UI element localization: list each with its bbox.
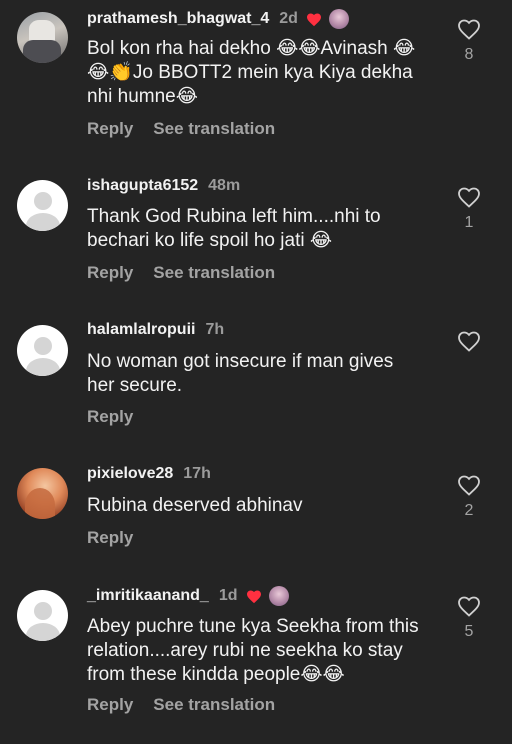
heart-outline-icon xyxy=(458,331,480,352)
heart-outline-icon xyxy=(458,475,480,496)
comment-header: prathamesh_bhagwat_4 2d xyxy=(87,9,349,29)
username[interactable]: ishagupta6152 xyxy=(87,177,198,195)
creator-avatar xyxy=(268,586,289,606)
comment-header: _imritikaanand_ 1d xyxy=(87,586,289,606)
timestamp: 2d xyxy=(279,10,298,27)
like-count: 2 xyxy=(464,502,474,519)
timestamp: 48m xyxy=(208,177,241,194)
username[interactable]: pixielove28 xyxy=(87,465,173,483)
comment-text-line: her secure. xyxy=(87,375,183,396)
comment-actions: Reply See translation xyxy=(87,695,295,715)
comment-text-line: bechari ko life spoil ho jati 😂 xyxy=(87,230,333,251)
creator-liked-heart-icon xyxy=(306,13,321,26)
heart-outline-icon xyxy=(458,187,480,208)
comment-text: Rubina deserved abhinav xyxy=(87,494,442,518)
like-button[interactable]: 1 xyxy=(456,186,482,232)
comment-actions: Reply xyxy=(87,407,153,427)
comment-actions: Reply xyxy=(87,528,153,548)
creator-liked-heart-icon xyxy=(246,590,261,603)
username[interactable]: _imritikaanand_ xyxy=(87,587,209,605)
comment-text-line: 😂👏Jo BBOTT2 mein kya Kiya dekha xyxy=(87,62,413,83)
comment-text: No woman got insecure if man gives her s… xyxy=(87,350,442,398)
comment-header: pixielove28 17h xyxy=(87,465,211,483)
comment-text-line: from these kindda people😂😂 xyxy=(87,664,345,685)
see-translation-button[interactable]: See translation xyxy=(153,263,275,282)
reply-button[interactable]: Reply xyxy=(87,695,133,714)
reply-button[interactable]: Reply xyxy=(87,407,133,426)
comment-text-line: Rubina deserved abhinav xyxy=(87,495,303,516)
like-button[interactable]: 5 xyxy=(456,595,482,641)
reply-button[interactable]: Reply xyxy=(87,528,133,547)
creator-avatar xyxy=(328,9,349,29)
like-button[interactable]: 2 xyxy=(456,474,482,520)
like-count: 8 xyxy=(464,46,474,63)
comment-text: Bol kon rha hai dekho 😂😂Avinash 😂 😂👏Jo B… xyxy=(87,37,442,109)
timestamp: 7h xyxy=(205,321,225,338)
see-translation-button[interactable]: See translation xyxy=(153,695,275,714)
avatar[interactable] xyxy=(17,12,68,63)
heart-outline-icon xyxy=(458,19,480,40)
like-count: 1 xyxy=(464,214,474,231)
avatar[interactable] xyxy=(17,590,68,641)
comment-text: Thank God Rubina left him....nhi to bech… xyxy=(87,205,442,253)
username[interactable]: prathamesh_bhagwat_4 xyxy=(87,10,269,28)
comment-text-line: Thank God Rubina left him....nhi to xyxy=(87,206,381,227)
comment-text-line: Abey puchre tune kya Seekha from this xyxy=(87,616,419,637)
comment-actions: Reply See translation xyxy=(87,263,295,283)
like-button[interactable]: 8 xyxy=(456,18,482,64)
avatar[interactable] xyxy=(17,325,68,376)
comment-actions: Reply See translation xyxy=(87,119,295,139)
like-button[interactable] xyxy=(456,330,482,352)
comment-header: halamlalropuii 7h xyxy=(87,321,224,339)
heart-outline-icon xyxy=(458,596,480,617)
timestamp: 1d xyxy=(218,587,238,604)
like-count: 5 xyxy=(464,623,474,640)
comment-text-line: nhi humne😂 xyxy=(87,86,198,107)
reply-button[interactable]: Reply xyxy=(87,263,133,282)
avatar[interactable] xyxy=(17,180,68,231)
reply-button[interactable]: Reply xyxy=(87,119,133,138)
comment-text-line: No woman got insecure if man gives xyxy=(87,351,394,372)
comment-text-line: relation....arey rubi ne seekha ko stay xyxy=(87,640,403,661)
comment-text: Abey puchre tune kya Seekha from this re… xyxy=(87,615,442,687)
timestamp: 17h xyxy=(183,465,211,482)
comment-text-line: Bol kon rha hai dekho 😂😂Avinash 😂 xyxy=(87,38,416,59)
see-translation-button[interactable]: See translation xyxy=(153,119,275,138)
username[interactable]: halamlalropuii xyxy=(87,321,195,339)
comment-header: ishagupta6152 48m xyxy=(87,177,240,195)
avatar[interactable] xyxy=(17,468,68,519)
